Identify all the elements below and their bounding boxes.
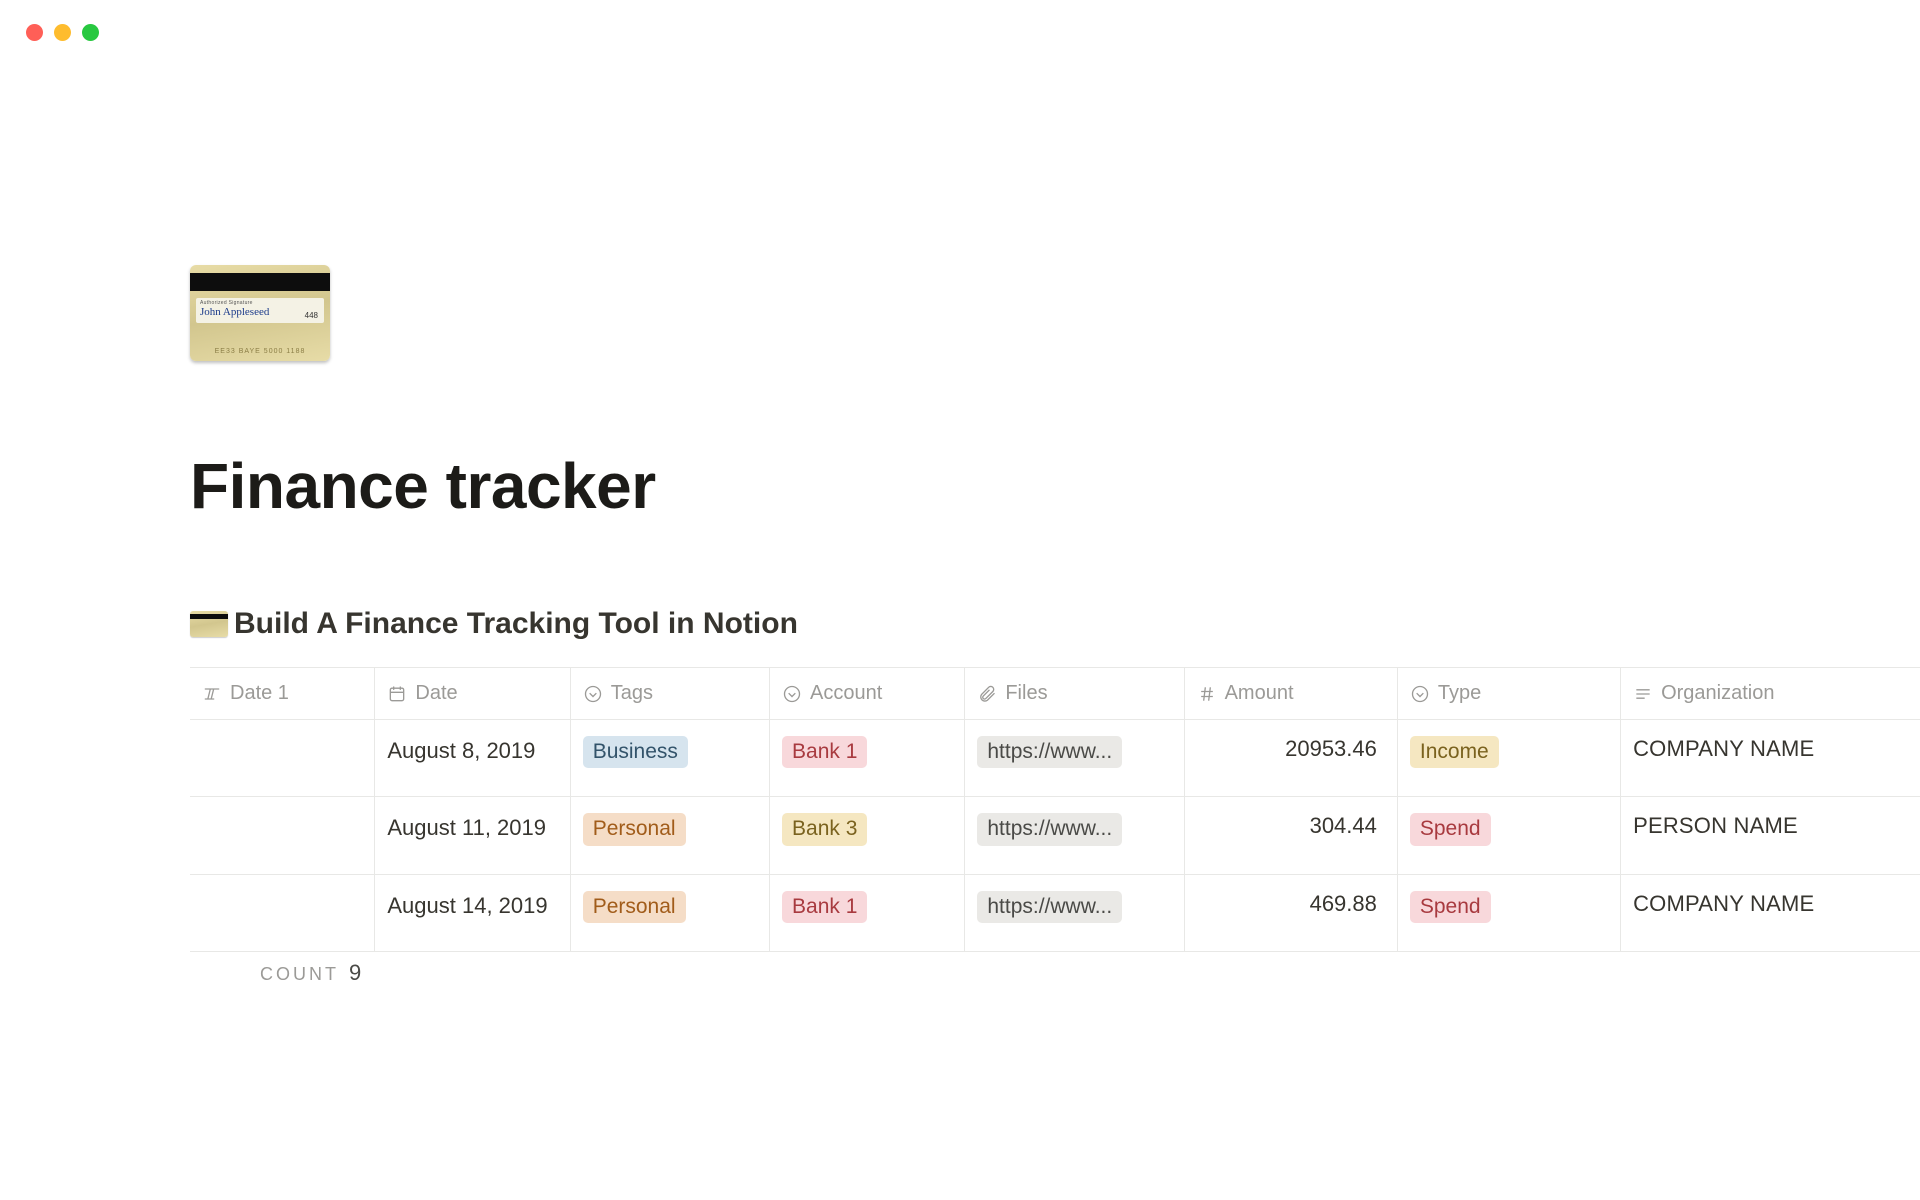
text-icon (1633, 684, 1653, 704)
tag-business[interactable]: Business (583, 736, 688, 768)
cell-type[interactable]: Spend (1398, 797, 1621, 873)
page-title[interactable]: Finance tracker (190, 449, 1920, 523)
date-text: August 8, 2019 (387, 736, 535, 766)
card-signature: John Appleseed (200, 306, 320, 318)
cell-org[interactable]: PERSON NAME (1621, 797, 1920, 873)
cell-account[interactable]: Bank 3 (770, 797, 965, 873)
card-cvv: 448 (305, 311, 318, 320)
calendar-icon (387, 684, 407, 704)
text-icon (202, 684, 222, 704)
table-header-row: Date 1 Date Tags Account (190, 668, 1920, 720)
table-row[interactable]: August 14, 2019 Personal Bank 1 https://www… (190, 875, 1920, 952)
cell-tags[interactable]: Business (571, 720, 770, 796)
cell-org[interactable]: COMPANY NAME (1621, 720, 1920, 796)
credit-card-icon: Authorized Signature John Appleseed 448 … (190, 265, 330, 361)
tag-bank 3[interactable]: Bank 3 (782, 813, 867, 845)
column-header-tags[interactable]: Tags (571, 668, 770, 719)
org-text: COMPANY NAME (1633, 736, 1814, 762)
cell-date1[interactable] (190, 875, 375, 951)
amount-value: 20953.46 (1285, 736, 1377, 762)
tag-personal[interactable]: Personal (583, 813, 686, 845)
tag-bank 1[interactable]: Bank 1 (782, 891, 867, 923)
number-icon (1197, 684, 1217, 704)
page-icon[interactable]: Authorized Signature John Appleseed 448 … (190, 265, 330, 361)
tag-bank 1[interactable]: Bank 1 (782, 736, 867, 768)
window-controls (0, 0, 1920, 41)
database-table: Date 1 Date Tags Account (190, 667, 1920, 952)
column-header-account[interactable]: Account (770, 668, 965, 719)
date-text: August 14, 2019 (387, 891, 547, 921)
select-icon (1410, 684, 1430, 704)
cell-files[interactable]: https://www... (965, 797, 1184, 873)
credit-card-icon (190, 611, 228, 637)
database-title-text: Build A Finance Tracking Tool in Notion (234, 607, 798, 641)
cell-amount[interactable]: 20953.46 (1185, 720, 1398, 796)
count-label: COUNT (260, 964, 339, 985)
org-text: COMPANY NAME (1633, 891, 1814, 917)
paperclip-icon (977, 684, 997, 704)
column-header-date1[interactable]: Date 1 (190, 668, 375, 719)
cell-date[interactable]: August 11, 2019 (375, 797, 570, 873)
cell-date1[interactable] (190, 797, 375, 873)
count-value: 9 (349, 960, 361, 986)
column-header-organization[interactable]: Organization (1621, 668, 1920, 719)
table-row[interactable]: August 11, 2019 Personal Bank 3 https://www… (190, 797, 1920, 874)
date-text: August 11, 2019 (387, 813, 546, 843)
cell-tags[interactable]: Personal (571, 875, 770, 951)
table-footer[interactable]: COUNT 9 (190, 960, 1920, 986)
column-header-type[interactable]: Type (1398, 668, 1621, 719)
tag-personal[interactable]: Personal (583, 891, 686, 923)
amount-value: 469.88 (1310, 891, 1377, 917)
minimize-window-button[interactable] (54, 24, 71, 41)
cell-date1[interactable] (190, 720, 375, 796)
column-header-amount[interactable]: Amount (1185, 668, 1398, 719)
column-header-files[interactable]: Files (965, 668, 1184, 719)
database-title[interactable]: Build A Finance Tracking Tool in Notion (190, 607, 1920, 641)
cell-files[interactable]: https://www... (965, 720, 1184, 796)
table-row[interactable]: August 8, 2019 Business Bank 1 https://www.… (190, 720, 1920, 797)
tag-spend[interactable]: Spend (1410, 813, 1491, 845)
amount-value: 304.44 (1310, 813, 1377, 839)
maximize-window-button[interactable] (82, 24, 99, 41)
file-link[interactable]: https://www... (977, 891, 1122, 923)
cell-date[interactable]: August 8, 2019 (375, 720, 570, 796)
select-icon (782, 684, 802, 704)
cell-tags[interactable]: Personal (571, 797, 770, 873)
file-link[interactable]: https://www... (977, 736, 1122, 768)
cell-date[interactable]: August 14, 2019 (375, 875, 570, 951)
column-header-date[interactable]: Date (375, 668, 570, 719)
cell-type[interactable]: Spend (1398, 875, 1621, 951)
card-numbers: EE33 BAYE 5000 1188 (196, 348, 324, 355)
cell-files[interactable]: https://www... (965, 875, 1184, 951)
cell-type[interactable]: Income (1398, 720, 1621, 796)
cell-amount[interactable]: 469.88 (1185, 875, 1398, 951)
tag-income[interactable]: Income (1410, 736, 1499, 768)
select-icon (583, 684, 603, 704)
tag-spend[interactable]: Spend (1410, 891, 1491, 923)
cell-org[interactable]: COMPANY NAME (1621, 875, 1920, 951)
org-text: PERSON NAME (1633, 813, 1798, 839)
cell-account[interactable]: Bank 1 (770, 875, 965, 951)
cell-account[interactable]: Bank 1 (770, 720, 965, 796)
cell-amount[interactable]: 304.44 (1185, 797, 1398, 873)
file-link[interactable]: https://www... (977, 813, 1122, 845)
close-window-button[interactable] (26, 24, 43, 41)
